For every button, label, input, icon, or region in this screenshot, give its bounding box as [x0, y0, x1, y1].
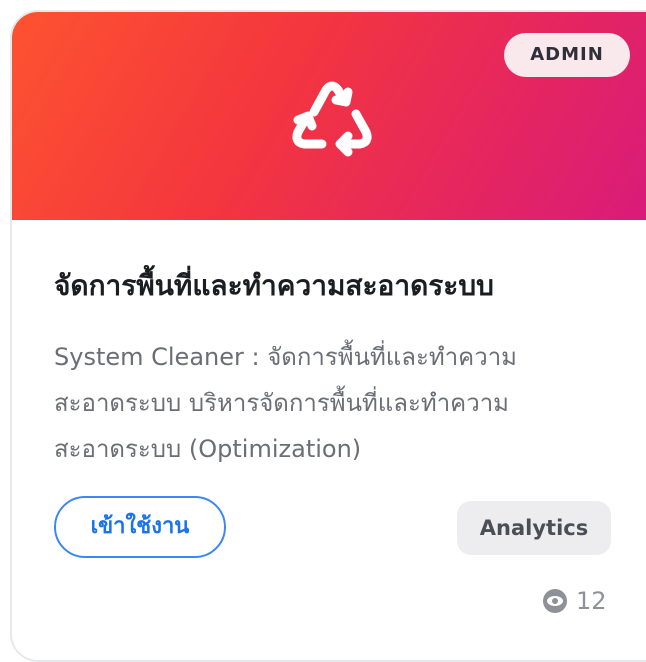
card-description: System Cleaner : จัดการพื้นที่และทำความ … — [54, 334, 594, 472]
card-banner: ADMIN — [12, 12, 646, 220]
view-count-value: 12 — [576, 587, 607, 615]
view-count: 12 — [542, 584, 607, 618]
enter-button[interactable]: เข้าใช้งาน — [54, 496, 226, 558]
description-line: System Cleaner : จัดการพื้นที่และทำความ — [54, 343, 517, 371]
admin-badge: ADMIN — [504, 33, 630, 77]
recycle-icon — [292, 81, 372, 157]
app-card: ADMIN จัดการพื้นที่และทำความสะอาดระบบ Sy… — [10, 10, 646, 662]
description-line: สะอาดระบบ (Optimization) — [54, 435, 362, 463]
category-tag: Analytics — [457, 501, 611, 555]
eye-icon — [543, 589, 567, 613]
description-line: สะอาดระบบ บริหารจัดการพื้นที่และทำความ — [54, 389, 509, 417]
card-title: จัดการพื้นที่และทำความสะอาดระบบ — [54, 269, 494, 302]
